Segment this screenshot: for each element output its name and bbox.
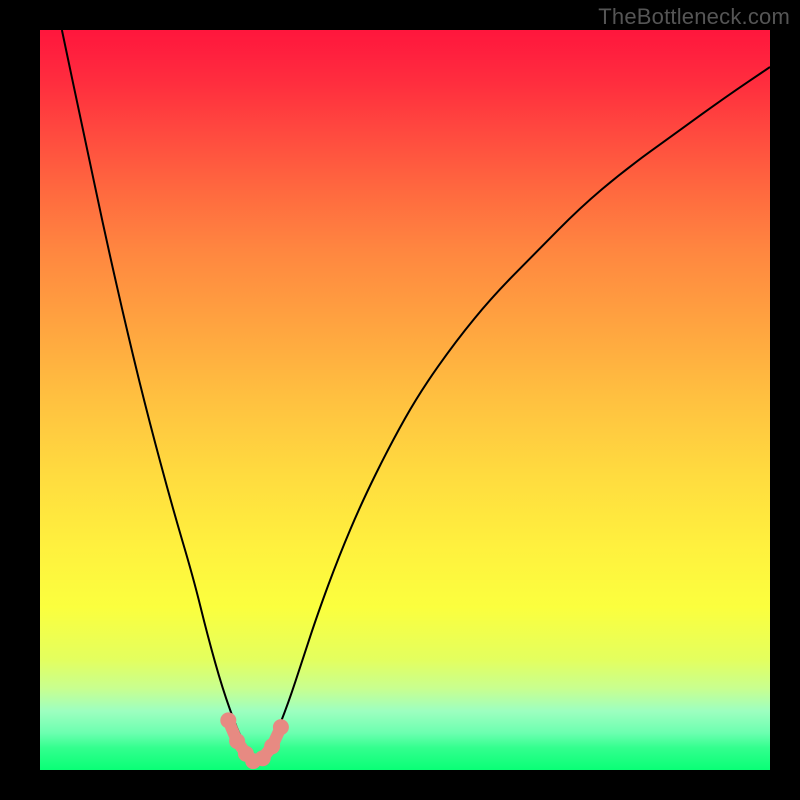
watermark-text: TheBottleneck.com <box>598 4 790 30</box>
valley-marker-group <box>220 712 289 769</box>
chart-svg <box>40 30 770 770</box>
chart-frame: TheBottleneck.com <box>0 0 800 800</box>
valley-marker <box>220 712 236 728</box>
chart-plot-area <box>40 30 770 770</box>
valley-marker <box>273 719 289 735</box>
valley-marker <box>264 738 280 754</box>
bottleneck-curve <box>62 30 770 759</box>
